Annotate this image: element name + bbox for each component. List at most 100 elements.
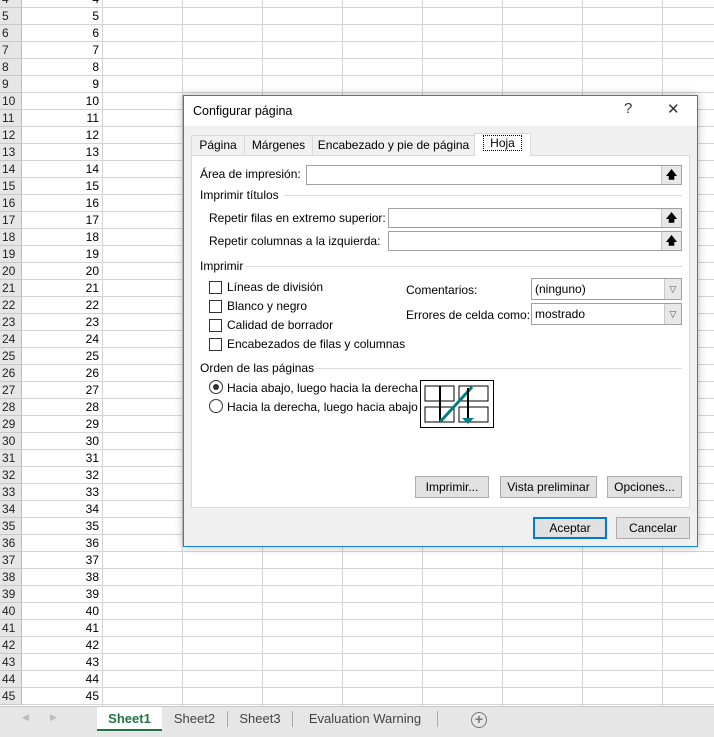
cell-a[interactable]: 39 bbox=[22, 586, 102, 603]
row-header[interactable]: 10 bbox=[0, 93, 22, 110]
row-header[interactable]: 9 bbox=[0, 76, 22, 93]
row-header[interactable]: 45 bbox=[0, 688, 22, 705]
cell-a[interactable]: 4 bbox=[22, 0, 102, 8]
cell-a[interactable]: 25 bbox=[22, 348, 102, 365]
gridlines-checkbox[interactable] bbox=[209, 281, 222, 294]
cancel-button[interactable]: Cancelar bbox=[616, 517, 690, 539]
cell-a[interactable]: 27 bbox=[22, 382, 102, 399]
cell-a[interactable]: 14 bbox=[22, 161, 102, 178]
cell-a[interactable]: 44 bbox=[22, 671, 102, 688]
black-white-checkbox[interactable] bbox=[209, 300, 222, 313]
row-header[interactable]: 14 bbox=[0, 161, 22, 178]
print-preview-button[interactable]: Vista preliminar bbox=[500, 476, 597, 498]
cell-a[interactable]: 5 bbox=[22, 8, 102, 25]
cell-a[interactable]: 10 bbox=[22, 93, 102, 110]
tab-margenes[interactable]: Márgenes bbox=[244, 135, 313, 155]
row-header[interactable]: 34 bbox=[0, 501, 22, 518]
repeat-rows-input[interactable]: 🡅 bbox=[388, 208, 682, 228]
scroll-left-icon[interactable]: ◀ bbox=[22, 712, 29, 723]
row-header[interactable]: 16 bbox=[0, 195, 22, 212]
row-header[interactable]: 17 bbox=[0, 212, 22, 229]
tab-pagina[interactable]: Página bbox=[191, 135, 245, 155]
collapse-dialog-icon[interactable]: 🡅 bbox=[661, 209, 681, 227]
row-header[interactable]: 5 bbox=[0, 8, 22, 25]
help-icon[interactable]: ? bbox=[624, 100, 632, 117]
cell-a[interactable]: 15 bbox=[22, 178, 102, 195]
cell-a[interactable]: 20 bbox=[22, 263, 102, 280]
cell-a[interactable]: 24 bbox=[22, 331, 102, 348]
cell-a[interactable]: 36 bbox=[22, 535, 102, 552]
tab-hoja[interactable]: Hoja bbox=[474, 133, 531, 156]
row-header[interactable]: 6 bbox=[0, 25, 22, 42]
repeat-cols-input[interactable]: 🡅 bbox=[388, 231, 682, 251]
cell-a[interactable]: 23 bbox=[22, 314, 102, 331]
row-header[interactable]: 25 bbox=[0, 348, 22, 365]
cell-a[interactable]: 18 bbox=[22, 229, 102, 246]
row-header[interactable]: 40 bbox=[0, 603, 22, 620]
row-header[interactable]: 12 bbox=[0, 127, 22, 144]
cell-a[interactable]: 12 bbox=[22, 127, 102, 144]
row-header[interactable]: 26 bbox=[0, 365, 22, 382]
row-header[interactable]: 43 bbox=[0, 654, 22, 671]
cell-a[interactable]: 8 bbox=[22, 59, 102, 76]
cell-a[interactable]: 42 bbox=[22, 637, 102, 654]
comments-select[interactable]: (ninguno) ▽ bbox=[531, 278, 682, 300]
collapse-dialog-icon[interactable]: 🡅 bbox=[661, 232, 681, 250]
print-button[interactable]: Imprimir... bbox=[415, 476, 489, 498]
options-button[interactable]: Opciones... bbox=[607, 476, 682, 498]
row-header[interactable]: 23 bbox=[0, 314, 22, 331]
cell-a[interactable]: 33 bbox=[22, 484, 102, 501]
cell-a[interactable]: 11 bbox=[22, 110, 102, 127]
row-header[interactable]: 4 bbox=[0, 0, 22, 8]
cell-a[interactable]: 13 bbox=[22, 144, 102, 161]
cell-a[interactable]: 28 bbox=[22, 399, 102, 416]
row-header[interactable]: 11 bbox=[0, 110, 22, 127]
row-header[interactable]: 44 bbox=[0, 671, 22, 688]
draft-quality-checkbox[interactable] bbox=[209, 319, 222, 332]
row-header[interactable]: 15 bbox=[0, 178, 22, 195]
row-header[interactable]: 31 bbox=[0, 450, 22, 467]
cell-a[interactable]: 17 bbox=[22, 212, 102, 229]
close-icon[interactable]: ✕ bbox=[667, 100, 680, 118]
cell-a[interactable]: 7 bbox=[22, 42, 102, 59]
cell-a[interactable]: 32 bbox=[22, 467, 102, 484]
row-header[interactable]: 24 bbox=[0, 331, 22, 348]
print-area-input[interactable]: 🡅 bbox=[306, 165, 682, 185]
cell-a[interactable]: 21 bbox=[22, 280, 102, 297]
cell-a[interactable]: 29 bbox=[22, 416, 102, 433]
sheet-tab-sheet3[interactable]: Sheet3 bbox=[228, 707, 292, 731]
cell-a[interactable]: 31 bbox=[22, 450, 102, 467]
cell-errors-select[interactable]: mostrado ▽ bbox=[531, 303, 682, 325]
row-header[interactable]: 29 bbox=[0, 416, 22, 433]
headings-checkbox[interactable] bbox=[209, 338, 222, 351]
cell-a[interactable]: 35 bbox=[22, 518, 102, 535]
row-header[interactable]: 8 bbox=[0, 59, 22, 76]
row-header[interactable]: 41 bbox=[0, 620, 22, 637]
row-header[interactable]: 27 bbox=[0, 382, 22, 399]
chevron-down-icon[interactable]: ▽ bbox=[664, 279, 681, 299]
cell-a[interactable]: 9 bbox=[22, 76, 102, 93]
cell-a[interactable]: 30 bbox=[22, 433, 102, 450]
sheet-tab-evaluation-warning[interactable]: Evaluation Warning bbox=[293, 707, 437, 731]
sheet-tab-sheet1[interactable]: Sheet1 bbox=[97, 707, 162, 731]
ok-button[interactable]: Aceptar bbox=[533, 517, 607, 539]
row-header[interactable]: 36 bbox=[0, 535, 22, 552]
row-header[interactable]: 38 bbox=[0, 569, 22, 586]
cell-a[interactable]: 16 bbox=[22, 195, 102, 212]
scroll-right-icon[interactable]: ▶ bbox=[50, 712, 57, 723]
cell-a[interactable]: 19 bbox=[22, 246, 102, 263]
cell-a[interactable]: 22 bbox=[22, 297, 102, 314]
row-header[interactable]: 18 bbox=[0, 229, 22, 246]
cell-a[interactable]: 40 bbox=[22, 603, 102, 620]
sheet-tab-sheet2[interactable]: Sheet2 bbox=[162, 707, 227, 731]
row-header[interactable]: 35 bbox=[0, 518, 22, 535]
tab-encabezado[interactable]: Encabezado y pie de página bbox=[312, 135, 475, 155]
row-header[interactable]: 20 bbox=[0, 263, 22, 280]
row-header[interactable]: 32 bbox=[0, 467, 22, 484]
cell-a[interactable]: 34 bbox=[22, 501, 102, 518]
row-header[interactable]: 28 bbox=[0, 399, 22, 416]
cell-a[interactable]: 43 bbox=[22, 654, 102, 671]
cell-a[interactable]: 6 bbox=[22, 25, 102, 42]
row-header[interactable]: 37 bbox=[0, 552, 22, 569]
row-header[interactable]: 22 bbox=[0, 297, 22, 314]
